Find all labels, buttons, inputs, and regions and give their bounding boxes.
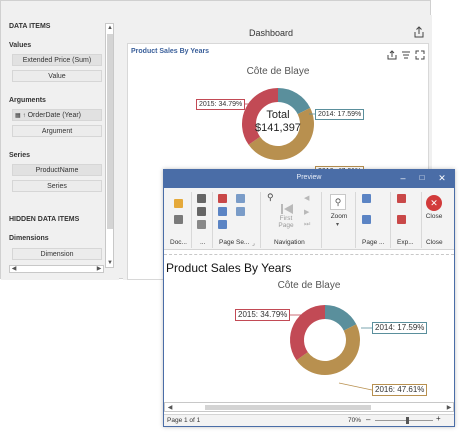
find-icon[interactable]: ⚲ [267, 192, 274, 203]
group-page-setup-label: Page Se... [219, 239, 250, 246]
page-margins-icon[interactable] [218, 220, 227, 229]
quick-print-icon[interactable] [197, 207, 206, 216]
group-document-label: Doc... [170, 239, 187, 246]
ribbon-separator [260, 192, 261, 248]
slice-label-2014: 2014: 17.59% [315, 109, 365, 120]
size-icon[interactable] [236, 207, 245, 216]
print-icon[interactable] [197, 194, 206, 203]
scroll-up-icon[interactable]: ▲ [106, 24, 114, 32]
panel-vertical-scrollbar[interactable]: ▲ ▼ [105, 23, 114, 268]
report-slice-2015[interactable] [290, 305, 325, 361]
close-window-icon[interactable]: ✕ [435, 172, 449, 184]
scrollbar-thumb[interactable] [107, 34, 113, 229]
close-preview-icon[interactable]: ✕ [426, 195, 442, 211]
first-page-button[interactable]: First Page [274, 215, 298, 229]
hidden-data-items-title: HIDDEN DATA ITEMS [9, 216, 80, 223]
ribbon-separator [421, 192, 422, 248]
open-icon[interactable] [174, 199, 183, 208]
zoom-slider-thumb[interactable] [406, 417, 410, 424]
arguments-item-label: OrderDate (Year) [27, 112, 82, 119]
report-leader-line-2016 [338, 382, 373, 391]
series-title: Series [9, 152, 31, 159]
zoom-button[interactable]: Zoom [326, 213, 352, 220]
arguments-data-item[interactable]: ▦ ↑ OrderDate (Year) [12, 109, 102, 121]
doc-scrollbar-thumb[interactable] [205, 405, 371, 410]
series-data-item[interactable]: ProductName [12, 164, 102, 176]
report-slice-label-2015: 2015: 34.79% [235, 309, 291, 321]
page-color-icon[interactable] [362, 194, 371, 203]
save-icon[interactable] [174, 215, 183, 224]
center-total-label: Total [266, 109, 289, 121]
preview-titlebar: Preview – □ ✕ [164, 170, 454, 188]
arguments-title: Arguments [9, 97, 46, 104]
ribbon-separator [321, 192, 322, 248]
values-data-item[interactable]: Extended Price (Sum) [12, 54, 102, 66]
doc-scroll-left-icon[interactable]: ◀ [166, 404, 174, 412]
report-document-view[interactable]: Product Sales By Years Côte de Blaye 201… [164, 250, 454, 414]
scroll-down-icon[interactable]: ▼ [106, 259, 114, 267]
orientation-icon[interactable] [236, 194, 245, 203]
ribbon-separator [191, 192, 192, 248]
report-slice-label-2014: 2014: 17.59% [372, 322, 428, 334]
sort-arrow-icon: ↑ [22, 113, 26, 119]
dialog-launcher-icon[interactable]: ⌟ [252, 240, 255, 247]
ribbon-separator [212, 192, 213, 248]
preview-status-bar: Page 1 of 1 70% – + [164, 414, 454, 426]
first-page-icon[interactable] [279, 202, 295, 214]
preview-ribbon: Doc... ... Page Se... ⌟ ⚲ First Page ◀ ▶… [164, 188, 454, 250]
data-items-panel: DATA ITEMS Values Extended Price (Sum) V… [1, 15, 119, 280]
close-preview-button[interactable]: Close [422, 213, 446, 220]
last-page-icon[interactable]: ⏭ [304, 221, 310, 229]
email-as-icon[interactable] [397, 215, 406, 224]
zoom-out-icon[interactable]: – [366, 415, 370, 424]
export-to-icon[interactable] [397, 194, 406, 203]
scroll-right-icon[interactable]: ▶ [95, 266, 103, 273]
slice-label-2015: 2015: 34.79% [196, 99, 246, 110]
maximize-window-icon[interactable]: □ [415, 172, 429, 184]
header-footer-icon[interactable] [218, 194, 227, 203]
scale-icon[interactable] [218, 207, 227, 216]
next-page-icon[interactable]: ▶ [304, 208, 309, 216]
export-icon[interactable] [413, 25, 425, 38]
minimize-icon[interactable]: – [396, 172, 410, 184]
grid-icon: ▦ [15, 113, 21, 119]
zoom-level: 70% [348, 417, 362, 424]
group-print-label: ... [200, 239, 206, 246]
page-indicator: Page 1 of 1 [167, 417, 201, 424]
print-options-icon[interactable] [197, 220, 206, 229]
zoom-in-icon[interactable]: + [436, 414, 441, 423]
dimensions-title: Dimensions [9, 235, 49, 242]
group-close-label: Close [426, 239, 443, 246]
preview-window-title: Preview [296, 174, 322, 181]
zoom-dropdown-icon[interactable]: ▾ [336, 221, 339, 228]
series-placeholder-button[interactable]: Series [12, 180, 102, 192]
ribbon-separator [390, 192, 391, 248]
ribbon-separator [355, 192, 356, 248]
zoom-slider-track[interactable] [375, 420, 433, 421]
data-items-title: DATA ITEMS [9, 23, 51, 30]
group-page-background-label: Page ... [362, 239, 385, 246]
value-placeholder-button[interactable]: Value [12, 70, 102, 82]
document-horizontal-scrollbar[interactable]: ◀ ▶ [164, 402, 454, 412]
panel-horizontal-scrollbar[interactable]: ◀ ▶ [9, 265, 104, 273]
doc-scroll-right-icon[interactable]: ▶ [445, 404, 453, 412]
zoom-icon[interactable]: ⚲ [330, 194, 346, 210]
values-title: Values [9, 42, 32, 49]
watermark-icon[interactable] [362, 215, 371, 224]
report-slice-label-2016: 2016: 47.61% [372, 384, 428, 396]
print-preview-window: Preview – □ ✕ Doc... ... Page Se... ⌟ ⚲ … [163, 169, 455, 427]
center-total-value: $141,397 [255, 122, 301, 134]
group-navigation-label: Navigation [274, 239, 305, 246]
dashboard-title: Dashboard [248, 28, 294, 38]
group-export-label: Exp... [397, 239, 414, 246]
dimension-placeholder-button[interactable]: Dimension [12, 248, 102, 260]
previous-page-icon[interactable]: ◀ [304, 194, 309, 202]
argument-placeholder-button[interactable]: Argument [12, 125, 102, 137]
scroll-left-icon[interactable]: ◀ [10, 266, 18, 273]
